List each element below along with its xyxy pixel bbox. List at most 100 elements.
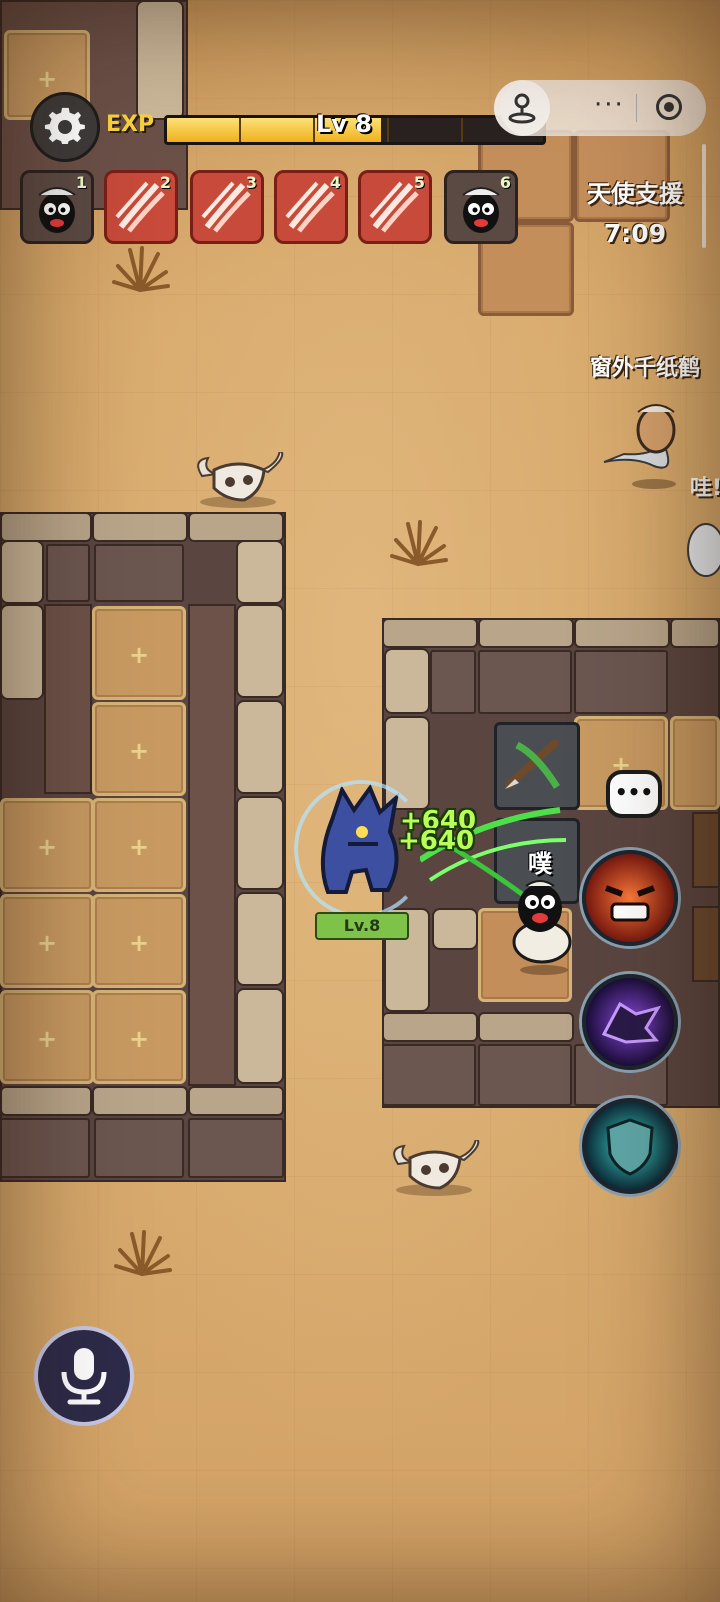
floor-tile: + (0, 990, 94, 1084)
corridor-floor (188, 604, 236, 1086)
wall-cap (0, 1086, 92, 1116)
crossbow-turret[interactable] (494, 722, 580, 810)
shield-skill-icon (606, 1118, 654, 1176)
microphone-icon (61, 1348, 107, 1405)
floor-tile: + (92, 894, 186, 988)
wall-pillar (236, 892, 284, 986)
wall-pillar (432, 908, 478, 950)
floor-tile: + (92, 798, 186, 892)
wall-cap (670, 618, 720, 648)
skill-slot-2[interactable]: 2 (104, 170, 178, 244)
teammate-name: 窗外千纸鹤 (590, 356, 701, 381)
crate (692, 906, 720, 982)
voice-chat-button[interactable] (34, 1326, 134, 1426)
wall-pillar (236, 604, 284, 698)
wall-cap (188, 512, 284, 542)
wall-brick (478, 1044, 572, 1106)
wall-cap (92, 1086, 188, 1116)
wall-brick (46, 544, 90, 602)
wall-cap (92, 512, 188, 542)
crossbow-icon (505, 739, 560, 789)
bull-skull-icon (393, 1140, 480, 1196)
wall-brick (478, 650, 572, 714)
exp-segment-divider (313, 118, 315, 142)
wall-pillar (236, 540, 284, 604)
wolf-skill-button[interactable] (582, 974, 678, 1070)
floor-tile: + (92, 990, 186, 1084)
wall-brick (188, 1118, 284, 1178)
dry-plant-icon (112, 246, 170, 292)
crate (692, 812, 720, 888)
teammate-name: 哇! (690, 476, 720, 501)
wall-cap (382, 618, 478, 648)
wall-brick (574, 650, 668, 714)
exp-segment-divider (239, 118, 241, 142)
dry-plant-icon (114, 1230, 172, 1276)
wall-cap (478, 618, 574, 648)
slot-number: 5 (413, 173, 425, 192)
floor-tile: + (92, 606, 186, 700)
damage-number: +640 (398, 826, 475, 856)
wall-cap (0, 512, 92, 542)
miniprogram-capsule: ··· (494, 80, 706, 136)
chat-button[interactable]: ••• (606, 770, 662, 818)
more-menu-button[interactable]: ··· (594, 90, 625, 120)
scrollbar[interactable] (702, 144, 706, 248)
rage-skill-button[interactable] (582, 850, 678, 946)
slot-number: 1 (75, 173, 87, 192)
wall-pillar (236, 796, 284, 890)
ghost-sheep-icon (603, 404, 676, 489)
skill-slot-6[interactable]: 6 (444, 170, 518, 244)
angel-support-timer: 7:09 (603, 219, 667, 248)
sheep-enemy-icon[interactable] (504, 876, 580, 976)
exp-segment-divider (387, 118, 389, 142)
exp-label: EXP (106, 112, 155, 137)
rage-skill-icon (604, 885, 656, 922)
wall-pillar (136, 0, 184, 120)
skill-slot-5[interactable]: 5 (358, 170, 432, 244)
player-level-label: Lv 8 (316, 110, 372, 138)
gear-icon (44, 107, 85, 144)
settings-button[interactable] (30, 92, 100, 162)
joystick-icon (508, 93, 536, 124)
wall-pillar (0, 604, 44, 700)
skill-slot-1[interactable]: 1 (20, 170, 94, 244)
slot-number: 3 (245, 173, 257, 192)
wall-cap (574, 618, 670, 648)
slot-number: 2 (159, 173, 171, 192)
slot-number: 4 (329, 173, 341, 192)
close-miniprogram-button[interactable] (656, 94, 682, 120)
exp-segment-divider (461, 118, 463, 142)
joystick-button[interactable] (494, 80, 550, 136)
wall-brick (0, 1118, 90, 1178)
capsule-divider (636, 94, 637, 122)
wall-cap (188, 1086, 284, 1116)
floor-tile: + (0, 798, 94, 892)
wall-cap (382, 1012, 478, 1042)
sheep-shout-text: 噗 (528, 850, 552, 878)
wall-brick (94, 1118, 184, 1178)
wall-pillar (236, 700, 284, 794)
skill-slot-3[interactable]: 3 (190, 170, 264, 244)
angel-support-panel: 天使支援 7:09 (580, 174, 690, 248)
angel-support-title: 天使支援 (587, 180, 683, 208)
slot-number: 6 (499, 173, 511, 192)
wall-pillar (0, 540, 44, 604)
floor-tile (670, 716, 720, 810)
wolf-skill-icon (601, 1001, 662, 1044)
floor-tile: + (0, 894, 94, 988)
wall-brick (382, 1044, 476, 1106)
wall-pillar (236, 988, 284, 1084)
bull-skull-icon (197, 452, 284, 508)
skill-slot-4[interactable]: 4 (274, 170, 348, 244)
wall-brick (94, 544, 184, 602)
werewolf-level-badge: Lv.8 (315, 912, 409, 940)
wall-pillar (384, 648, 430, 714)
dry-plant-icon (390, 520, 448, 566)
wall-brick (430, 650, 476, 714)
floor-tile: + (92, 702, 186, 796)
wall-cap (478, 1012, 574, 1042)
corridor-floor (44, 604, 92, 794)
ghost-sheep-icon (687, 523, 720, 577)
shield-skill-button[interactable] (582, 1098, 678, 1194)
